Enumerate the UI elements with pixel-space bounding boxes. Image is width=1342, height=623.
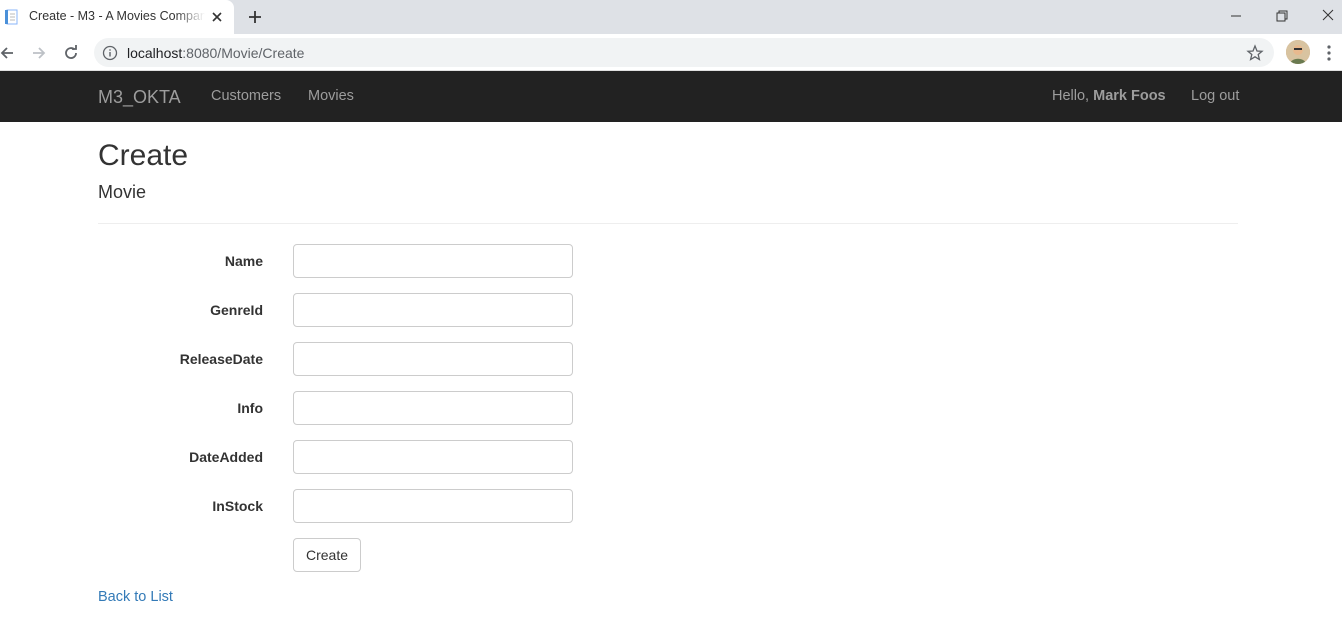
genreid-field[interactable] — [293, 293, 573, 327]
page-subtitle: Movie — [98, 182, 147, 202]
name-label: Name — [224, 253, 263, 269]
back-icon[interactable] — [0, 43, 18, 63]
app-navbar: M3_OKTA Customers Movies Hello, Mark Foo… — [0, 71, 1342, 122]
nav-link-customers[interactable]: Customers — [211, 88, 281, 104]
form-row-releasedate: ReleaseDate — [98, 342, 574, 376]
releasedate-label: ReleaseDate — [179, 351, 263, 367]
info-icon[interactable] — [102, 45, 118, 61]
divider — [98, 223, 1238, 224]
form-row-name: Name — [98, 244, 574, 278]
minimize-icon[interactable] — [1226, 6, 1246, 26]
address-bar[interactable]: localhost:8080/Movie/Create — [94, 38, 1274, 67]
restore-icon[interactable] — [1272, 6, 1292, 26]
close-tab-icon[interactable] — [209, 9, 225, 25]
reload-icon[interactable] — [61, 43, 81, 63]
form-row-instock: InStock — [98, 489, 574, 523]
brand-link[interactable]: M3_OKTA — [98, 87, 181, 108]
page-favicon-icon — [5, 9, 18, 25]
genreid-label: GenreId — [210, 302, 263, 318]
url-text: localhost:8080/Movie/Create — [127, 45, 305, 61]
profile-avatar[interactable] — [1286, 40, 1310, 64]
releasedate-field[interactable] — [293, 342, 573, 376]
browser-tab[interactable]: Create - M3 - A Movies Company — [0, 0, 234, 34]
browser-tab-strip: Create - M3 - A Movies Company — [0, 0, 1342, 34]
name-field[interactable] — [293, 244, 573, 278]
nav-link-movies[interactable]: Movies — [308, 88, 354, 104]
info-label: Info — [237, 400, 263, 416]
browser-toolbar: localhost:8080/Movie/Create — [0, 34, 1342, 71]
form-row-genreid: GenreId — [98, 293, 574, 327]
user-name: Mark Foos — [1093, 88, 1166, 104]
bookmark-star-icon[interactable] — [1246, 44, 1264, 62]
page-title: Create — [98, 139, 189, 172]
user-greeting[interactable]: Hello, Mark Foos — [1052, 88, 1166, 104]
avatar-face-icon — [1286, 40, 1310, 64]
browser-menu-icon[interactable] — [1322, 43, 1336, 63]
forward-icon[interactable] — [29, 43, 49, 63]
dateadded-label: DateAdded — [189, 449, 263, 465]
instock-field[interactable] — [293, 489, 573, 523]
close-window-icon[interactable] — [1318, 6, 1338, 26]
instock-label: InStock — [212, 498, 263, 514]
back-to-list-link[interactable]: Back to List — [98, 589, 173, 605]
new-tab-icon[interactable] — [246, 8, 264, 26]
logout-link[interactable]: Log out — [1191, 88, 1239, 104]
create-button[interactable]: Create — [293, 538, 362, 572]
info-field[interactable] — [293, 391, 573, 425]
form-row-info: Info — [98, 391, 574, 425]
dateadded-field[interactable] — [293, 440, 573, 474]
form-row-dateadded: DateAdded — [98, 440, 574, 474]
